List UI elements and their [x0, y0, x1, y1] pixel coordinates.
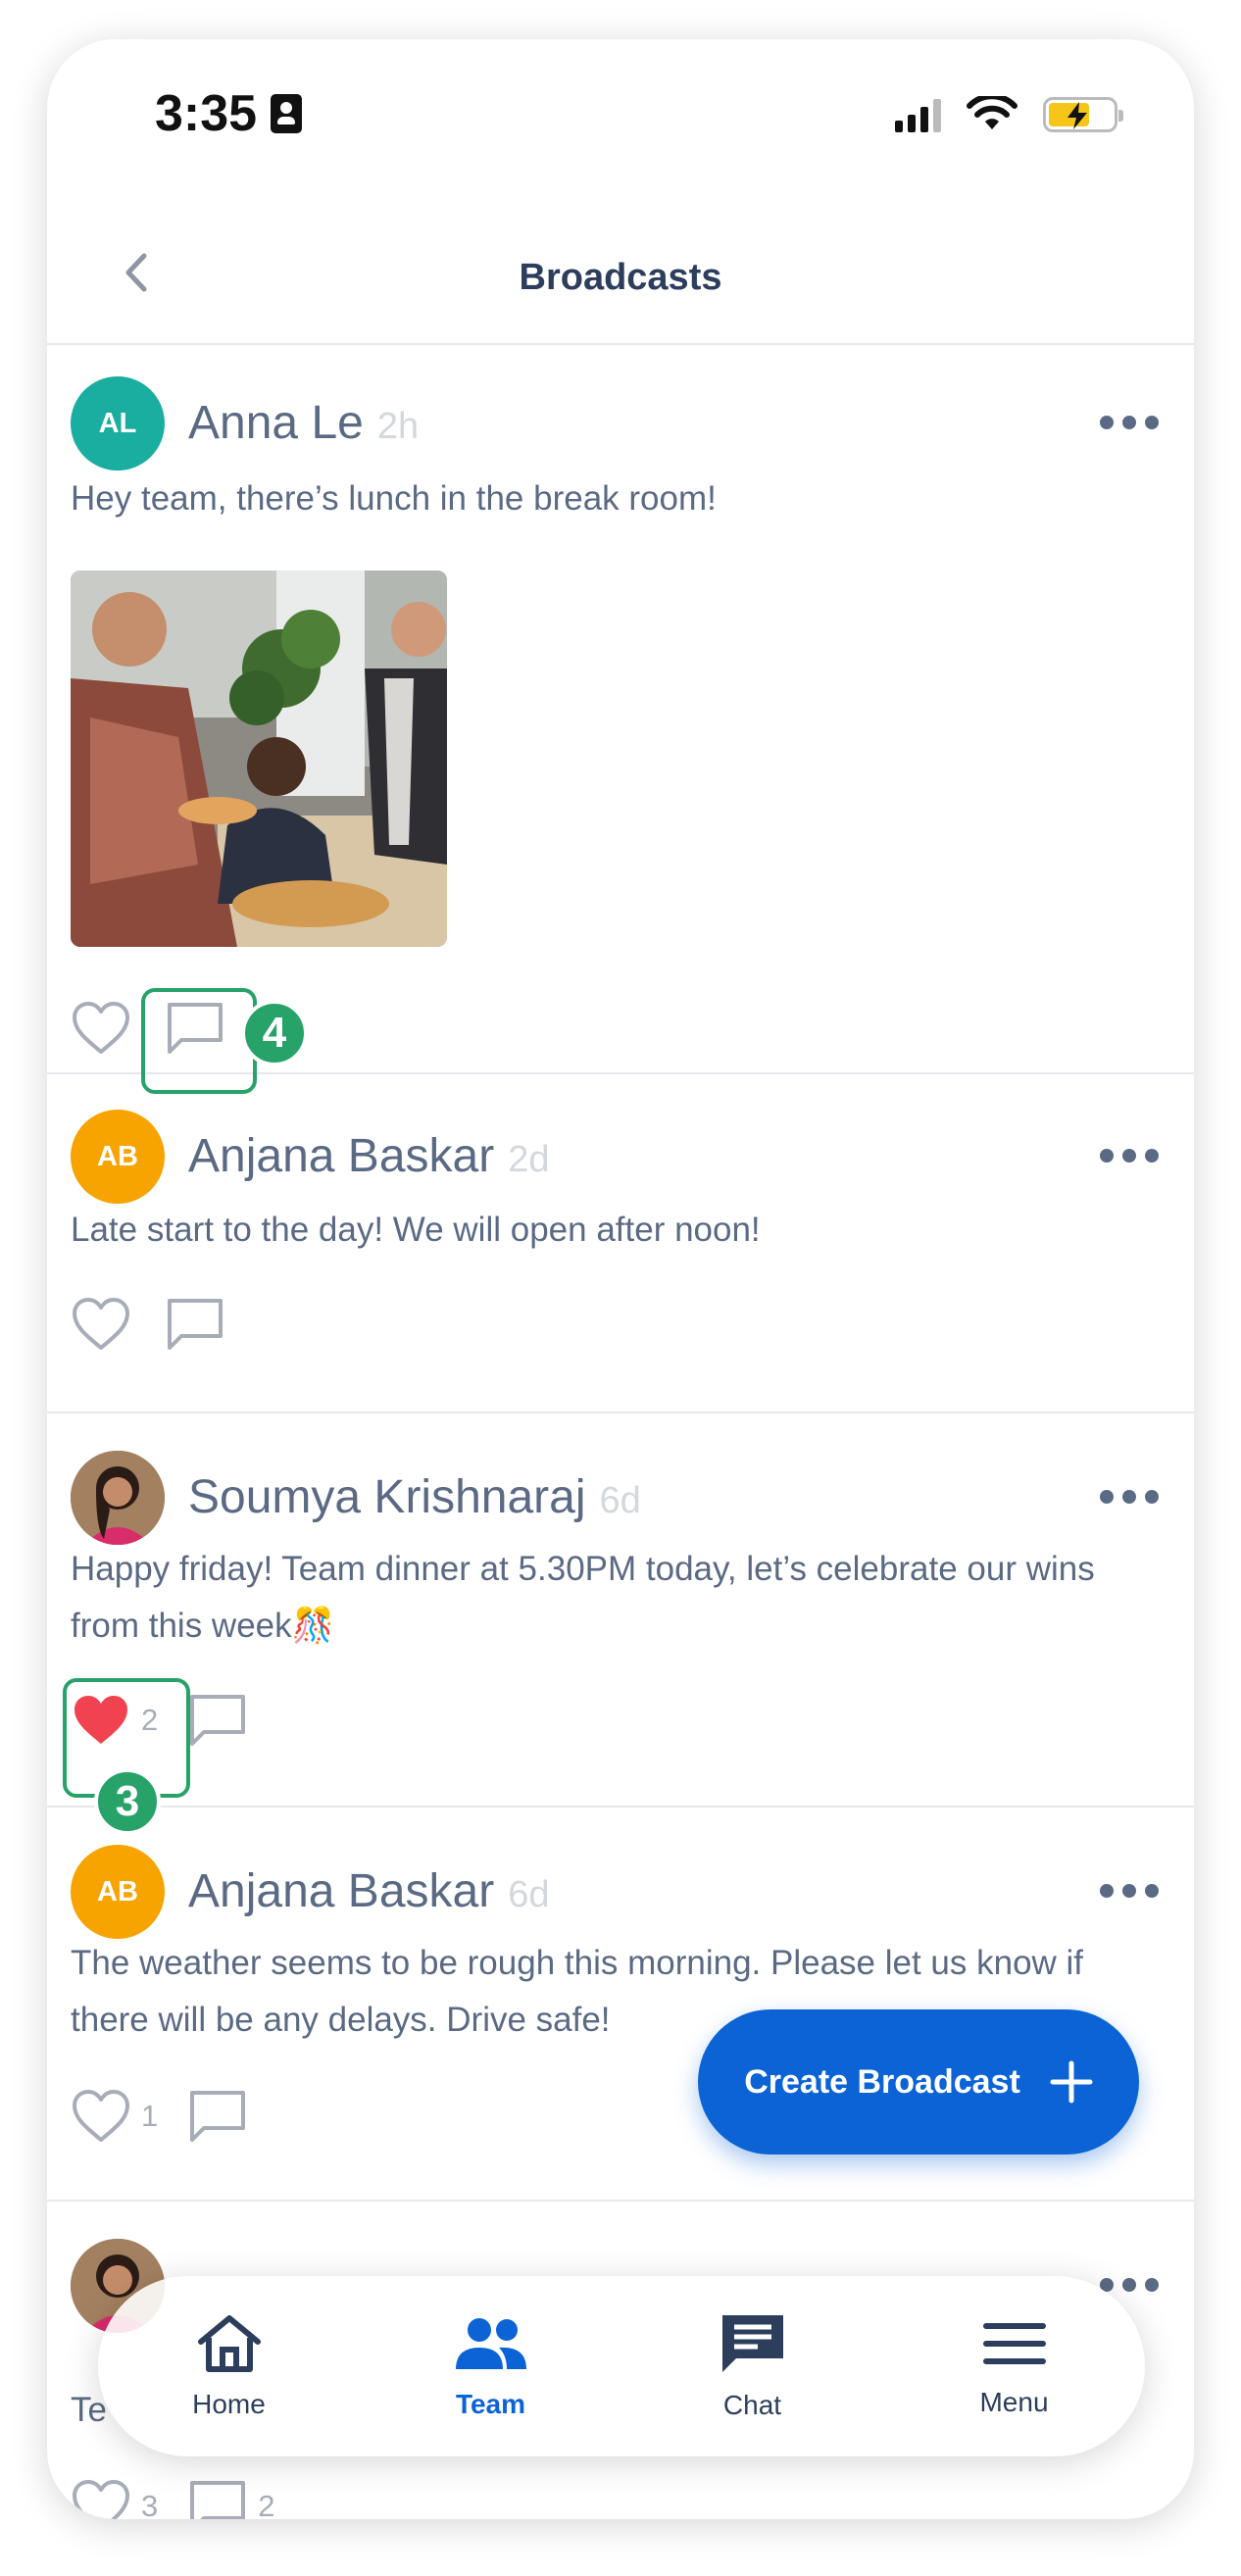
comment-icon: [190, 1695, 246, 1746]
create-broadcast-button[interactable]: Create Broadcast: [698, 2009, 1139, 2155]
more-options-button[interactable]: [1100, 1141, 1159, 1170]
chat-icon: [721, 2315, 783, 2372]
post-author: Anna Le 2h: [188, 396, 419, 450]
post-actions: 3 2: [71, 2478, 275, 2519]
comment-icon: [190, 2091, 246, 2142]
status-icons: [895, 96, 1123, 133]
nav-menu[interactable]: Menu: [907, 2314, 1122, 2418]
post-age: 6d: [508, 1874, 550, 1915]
menu-icon: [982, 2323, 1046, 2364]
more-options-button[interactable]: [1100, 1482, 1159, 1511]
author-name: Anjana Baskar: [188, 1865, 495, 1917]
avatar-initials: AB: [97, 1140, 138, 1172]
comment-button[interactable]: [187, 1692, 248, 1749]
top-app-bar: Broadcasts: [47, 206, 1194, 345]
page-title: Broadcasts: [519, 257, 722, 298]
avatar: AL: [71, 376, 165, 471]
comment-icon: [190, 2481, 246, 2519]
bottom-nav: Home Team Chat Menu: [98, 2276, 1145, 2456]
post-age: 2d: [508, 1139, 550, 1180]
avatar-photo: [71, 1451, 165, 1545]
post-actions: [71, 1296, 225, 1353]
comment-count: 2: [258, 2489, 275, 2519]
phone-frame: 3:35 Broadcasts AL Anna Le 2h Hey team, …: [47, 39, 1194, 2519]
like-button[interactable]: [71, 1297, 131, 1352]
comment-button[interactable]: [165, 1296, 225, 1353]
plus-icon: [1050, 2060, 1093, 2104]
nav-menu-label: Menu: [979, 2387, 1049, 2417]
post-author: Anjana Baskar 6d: [188, 1864, 549, 1918]
broadcast-post: AL Anna Le 2h Hey team, there’s lunch in …: [47, 345, 1194, 1094]
more-options-button[interactable]: [1100, 408, 1159, 437]
more-options-button[interactable]: [1100, 1876, 1159, 1906]
like-button[interactable]: [71, 1001, 131, 1056]
broadcast-post: Soumya Krishnaraj 6d Happy friday! Team d…: [47, 1413, 1194, 1835]
like-count: 1: [141, 2099, 159, 2133]
broadcast-post: AB Anjana Baskar 2d Late start to the day…: [47, 1074, 1194, 1413]
heart-outline-icon: [73, 2090, 129, 2142]
status-time-text: 3:35: [155, 85, 258, 142]
battery-charging-icon: [1043, 97, 1123, 132]
avatar: AB: [71, 1110, 165, 1204]
like-count: 3: [141, 2489, 159, 2519]
team-icon: [455, 2318, 526, 2369]
cellular-signal-icon: [895, 97, 941, 132]
comment-icon: [168, 1299, 223, 1350]
post-photo[interactable]: [71, 570, 447, 947]
create-broadcast-label: Create Broadcast: [744, 2062, 1020, 2101]
annotation-marker: 4: [241, 1000, 308, 1066]
heart-outline-icon: [73, 1298, 129, 1350]
home-icon: [197, 2315, 261, 2372]
annotation-label: 4: [262, 1009, 287, 1057]
post-actions: 1: [71, 2088, 248, 2145]
nav-team-label: Team: [455, 2389, 526, 2419]
nav-home[interactable]: Home: [122, 2312, 337, 2420]
post-age: 2h: [376, 406, 420, 447]
heart-outline-icon: [73, 1002, 129, 1054]
wifi-icon: [967, 96, 1018, 129]
status-time: 3:35: [155, 84, 303, 143]
avatar-initials: AB: [97, 1875, 138, 1907]
nav-chat-label: Chat: [722, 2390, 782, 2420]
nav-team[interactable]: Team: [383, 2312, 599, 2420]
like-button[interactable]: 3: [71, 2479, 158, 2519]
nav-chat[interactable]: Chat: [645, 2311, 861, 2421]
like-button[interactable]: 1: [71, 2089, 158, 2144]
post-author: Soumya Krishnaraj 6d: [188, 1470, 641, 1524]
avatar-initials: AL: [98, 407, 137, 439]
post-author: Anjana Baskar 2d: [188, 1129, 549, 1183]
nav-home-label: Home: [192, 2389, 266, 2419]
id-card-icon: [271, 94, 303, 133]
author-name: Soumya Krishnaraj: [188, 1471, 586, 1523]
comment-button[interactable]: [187, 2088, 248, 2145]
post-text: Hey team, there’s lunch in the break roo…: [71, 479, 717, 518]
post-age: 6d: [599, 1480, 641, 1521]
author-name: Anna Le: [188, 397, 364, 449]
comment-button[interactable]: 2: [187, 2478, 275, 2519]
author-name: Anjana Baskar: [188, 1130, 495, 1182]
avatar: AB: [71, 1845, 165, 1939]
post-text: Happy friday! Team dinner at 5.30PM toda…: [71, 1550, 1095, 1645]
post-text: Late start to the day! We will open afte…: [71, 1211, 761, 1249]
heart-outline-icon: [73, 2480, 129, 2519]
